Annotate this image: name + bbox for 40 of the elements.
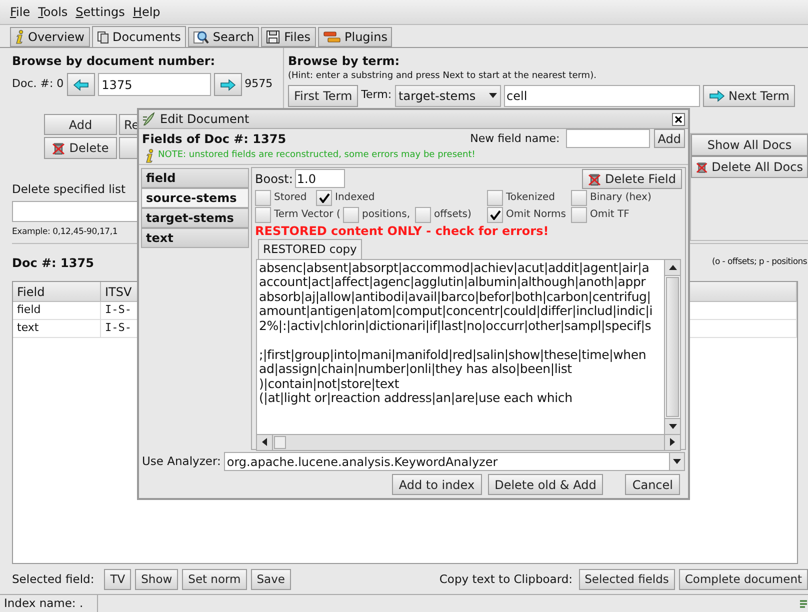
legend-text: (o - offsets; p - positions [712, 256, 807, 269]
content-line: ad|assign|chain|number|onli|they has also|been|list [259, 362, 572, 377]
selected-field-label: Selected field: [12, 570, 94, 588]
checkbox-label: Tokenized [506, 191, 555, 206]
warning-text: RESTORED content ONLY - check for errors! [255, 222, 549, 239]
checkbox-label: Omit TF [590, 208, 630, 222]
content-line: ;|first|group|into|mani|manifold|red|salin|show|these|time|when [259, 348, 648, 362]
checkbox-label: offsets) [434, 208, 472, 222]
example-text: Example: 0,12,45-90,17,1 [12, 226, 118, 239]
doc-heading: Doc #: 1375 [12, 254, 94, 272]
checkbox-label: positions, [362, 208, 410, 222]
doc-min-label: Doc. #: 0 [12, 76, 64, 92]
content-line: account|act|affect|agenc|agglutin|albumin|although|anoth|appr [259, 275, 646, 290]
table-cell: text [13, 320, 101, 337]
new-field-label: New field name: [470, 130, 560, 147]
index-name: Index name: . [0, 594, 98, 612]
analyzer-label: Use Analyzer: [142, 452, 221, 470]
section-title: Browse by document number: [12, 53, 216, 70]
content-line: )|contain|not|store|text [259, 376, 400, 392]
checkbox-label: Omit Norms [506, 208, 566, 222]
note-text: NOTE: unstored fields are reconstructed, some errors may be present! [158, 148, 476, 162]
checkbox-label: Term Vector ( [274, 208, 340, 222]
boost-label: Boost: [255, 170, 293, 188]
content-line: absorb|aj|allow|antibodi|avail|barco|befor|both|carbon|centrifug| [259, 290, 652, 304]
checkbox-label: Binary (hex) [590, 191, 652, 206]
table-cell: field [13, 302, 101, 319]
checkbox-label: Indexed [335, 191, 375, 206]
section-title: Browse by term: [288, 53, 400, 70]
content-line: absenc|absent|absorpt|accommod|achiev|acut|addit|agent|air|a [259, 260, 650, 276]
checkbox-label: Stored [274, 191, 307, 206]
hint-text: (Hint: enter a substring and press Next to start at the nearest term). [288, 70, 596, 83]
fields-heading: Fields of Doc #: 1375 [142, 130, 286, 148]
content-line: 2%|:|activ|chlorin|dictionari|if|last|no|occurr|other|sampl|specif|s [259, 318, 652, 334]
term-label: Term: [361, 87, 392, 104]
delete-list-label: Delete specified list [12, 181, 126, 198]
dialog-title: Edit Document [160, 111, 250, 128]
content-line: amount|antigen|atom|comput|concentr|could|differ|includ|indic|i [259, 304, 654, 319]
copy-label: Copy text to Clipboard: [439, 570, 573, 588]
content-line: (|at|light or|reaction address|an|are|use each which [259, 391, 574, 406]
doc-max-label: 9575 [244, 76, 273, 92]
